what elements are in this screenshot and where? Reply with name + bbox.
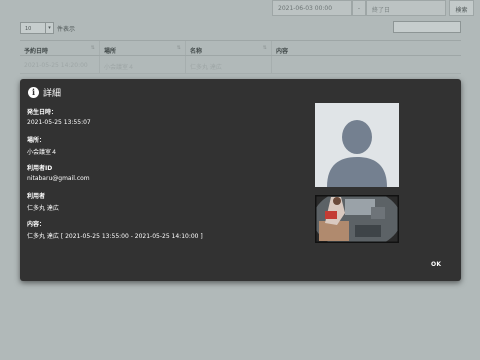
ok-button[interactable]: OK bbox=[431, 261, 441, 268]
column-header-date[interactable]: 予約日時 ⇅ bbox=[20, 41, 100, 55]
content-value: 仁多丸 達広 [ 2021-05-25 13:55:00 - 2021-05-2… bbox=[27, 233, 203, 240]
user-value: 仁多丸 達広 bbox=[27, 205, 59, 212]
column-header-place[interactable]: 場所 ⇅ bbox=[100, 41, 186, 55]
search-button[interactable]: 検索 bbox=[449, 0, 474, 16]
reservation-table: 予約日時 ⇅ 場所 ⇅ 名称 ⇅ 内容 2021-05-25 14:20:00 小会議… bbox=[20, 40, 461, 74]
place-label: 場所： bbox=[27, 137, 46, 144]
sort-icon: ⇅ bbox=[90, 45, 95, 51]
occurred-at-value: 2021-05-25 13:55:07 bbox=[27, 119, 91, 126]
table-row[interactable]: 2021-05-25 14:20:00 小会議室４ 仁多丸 達広 bbox=[20, 56, 461, 74]
entries-select-value: 10 bbox=[25, 26, 32, 32]
table-filter-input[interactable] bbox=[393, 21, 461, 33]
chevron-down-icon: ▾ bbox=[45, 23, 53, 33]
entries-select[interactable]: 10 ▾ bbox=[20, 22, 54, 34]
date-separator: - bbox=[352, 0, 366, 16]
modal-title: 詳細 bbox=[43, 88, 62, 99]
entries-label: 件表示 bbox=[57, 25, 76, 33]
camera-snapshot-image bbox=[315, 195, 399, 243]
table-header: 予約日時 ⇅ 場所 ⇅ 名称 ⇅ 内容 bbox=[20, 40, 461, 56]
entries-control: 10 ▾ 件表示 bbox=[20, 22, 75, 34]
occurred-at-label: 発生日時： bbox=[27, 109, 58, 116]
user-label: 利用者 bbox=[27, 193, 46, 200]
column-header-content[interactable]: 内容 bbox=[272, 41, 461, 55]
info-icon: i bbox=[28, 86, 39, 98]
user-id-value: nitabaru@gmail.com bbox=[27, 175, 90, 182]
user-silhouette-icon bbox=[315, 103, 399, 187]
sort-icon: ⇅ bbox=[262, 45, 267, 51]
modal-header: i 詳細 bbox=[28, 85, 61, 99]
content-label: 内容： bbox=[27, 221, 46, 228]
user-id-label: 利用者ID bbox=[27, 165, 53, 172]
date-from-input[interactable]: 2021-06-03 00:00 bbox=[272, 0, 352, 16]
avatar-image bbox=[315, 103, 399, 187]
cell-name: 仁多丸 達広 bbox=[186, 56, 272, 73]
camera-photo bbox=[315, 195, 399, 243]
sort-icon: ⇅ bbox=[176, 45, 181, 51]
detail-modal: i 詳細 発生日時： 2021-05-25 13:55:07 場所： 小会議室４… bbox=[20, 79, 461, 281]
cell-date: 2021-05-25 14:20:00 bbox=[20, 56, 100, 73]
cell-content bbox=[272, 56, 461, 73]
column-header-name[interactable]: 名称 ⇅ bbox=[186, 41, 272, 55]
place-value: 小会議室４ bbox=[27, 149, 58, 156]
cell-place: 小会議室４ bbox=[100, 56, 186, 73]
date-to-input[interactable]: 終了日 bbox=[366, 0, 446, 16]
